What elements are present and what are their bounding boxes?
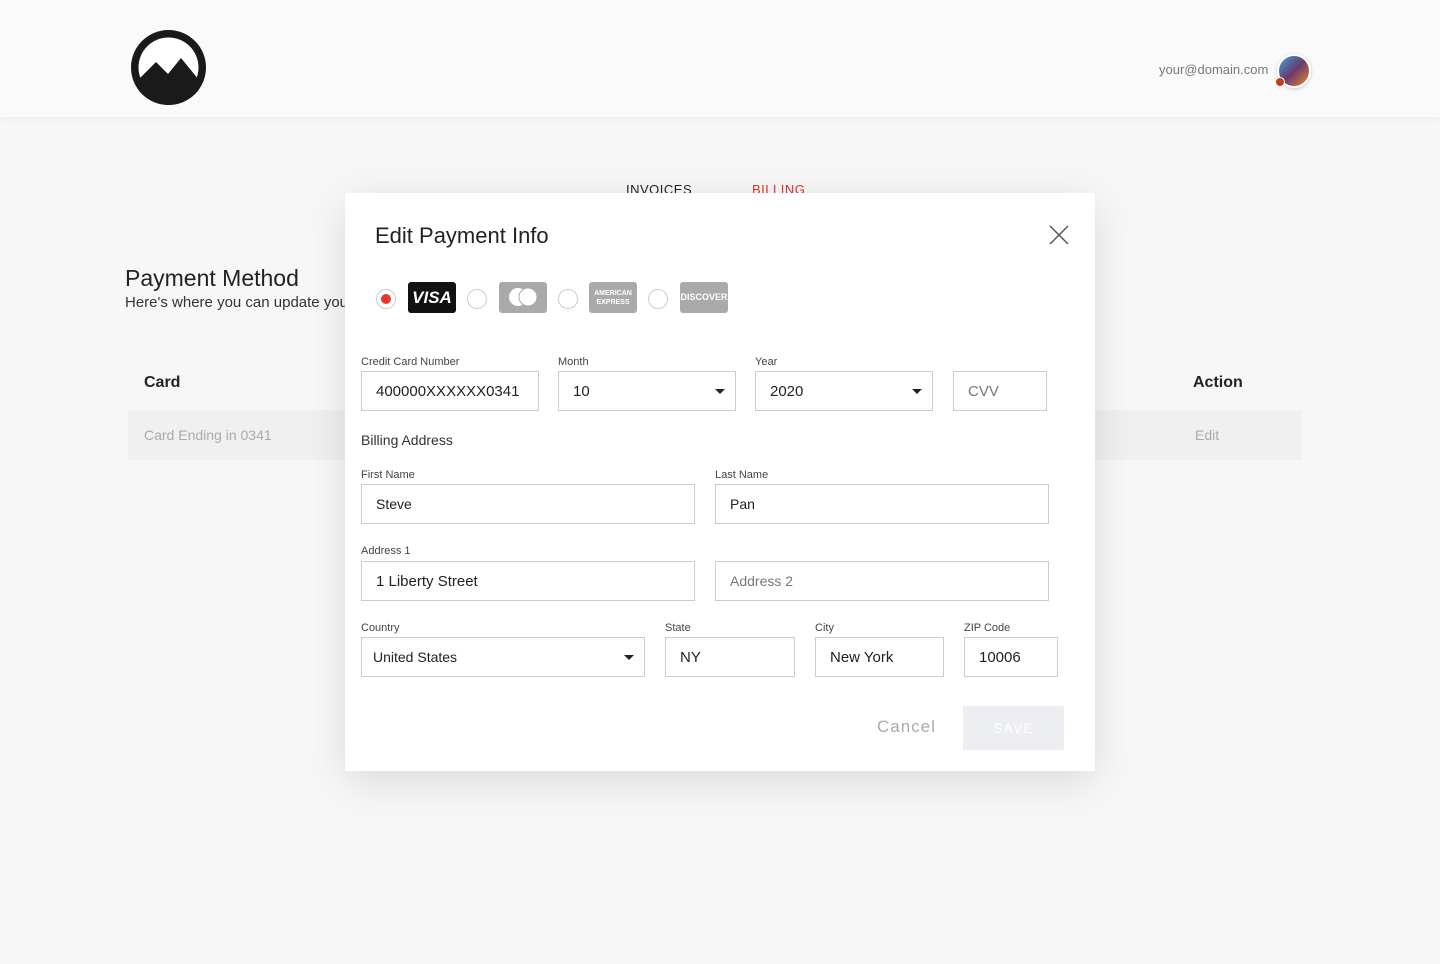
- chevron-down-icon: [912, 389, 922, 394]
- country-select[interactable]: United States: [361, 637, 645, 677]
- edit-payment-modal: Edit Payment Info VISA AMERICAN EXPRESS D…: [345, 193, 1095, 771]
- first-name-label: First Name: [361, 469, 415, 481]
- address1-label: Address 1: [361, 545, 411, 557]
- zip-input[interactable]: 10006: [964, 637, 1058, 677]
- amex-logo: AMERICAN EXPRESS: [589, 282, 637, 313]
- radio-visa[interactable]: [376, 289, 396, 309]
- column-header-card: Card: [144, 374, 181, 391]
- radio-amex[interactable]: [558, 289, 578, 309]
- card-number-label: Credit Card Number: [361, 356, 460, 368]
- header: your@domain.com: [0, 0, 1440, 117]
- billing-address-heading: Billing Address: [361, 432, 453, 448]
- country-value: United States: [373, 649, 458, 665]
- month-label: Month: [558, 356, 589, 368]
- mastercard-logo: [499, 282, 547, 313]
- card-cell: Card Ending in 0341: [144, 427, 272, 443]
- card-number-input[interactable]: 400000XXXXXX0341: [361, 371, 539, 411]
- year-select[interactable]: 2020: [755, 371, 933, 411]
- edit-link[interactable]: Edit: [1195, 427, 1219, 443]
- zip-label: ZIP Code: [964, 622, 1011, 634]
- save-button[interactable]: SAVE: [963, 706, 1064, 750]
- chevron-down-icon: [715, 389, 725, 394]
- radio-mastercard[interactable]: [467, 289, 487, 309]
- user-email[interactable]: your@domain.com: [1159, 62, 1268, 77]
- last-name-input[interactable]: Pan: [715, 484, 1049, 524]
- month-select[interactable]: 10: [558, 371, 736, 411]
- page-title: Payment Method: [125, 265, 299, 291]
- year-label: Year: [755, 356, 778, 368]
- visa-logo: VISA: [408, 282, 456, 313]
- year-value: 2020: [770, 382, 804, 400]
- first-name-input[interactable]: Steve: [361, 484, 695, 524]
- radio-discover[interactable]: [648, 289, 668, 309]
- address2-input[interactable]: Address 2: [715, 561, 1049, 601]
- state-input[interactable]: NY: [665, 637, 795, 677]
- city-label: City: [815, 622, 834, 634]
- cancel-button[interactable]: Cancel: [877, 717, 936, 737]
- state-label: State: [665, 622, 691, 634]
- logo[interactable]: [131, 30, 206, 105]
- last-name-label: Last Name: [715, 469, 769, 481]
- city-input[interactable]: New York: [815, 637, 944, 677]
- month-value: 10: [573, 382, 590, 400]
- modal-title: Edit Payment Info: [375, 223, 549, 248]
- country-label: Country: [361, 622, 400, 634]
- column-header-action: Action: [1193, 374, 1243, 391]
- address1-input[interactable]: 1 Liberty Street: [361, 561, 695, 601]
- discover-logo: DISCOVER: [680, 282, 728, 313]
- chevron-down-icon: [624, 655, 634, 660]
- cvv-input[interactable]: CVV: [953, 371, 1047, 411]
- status-dot: [1275, 77, 1285, 87]
- close-icon[interactable]: [1047, 223, 1071, 247]
